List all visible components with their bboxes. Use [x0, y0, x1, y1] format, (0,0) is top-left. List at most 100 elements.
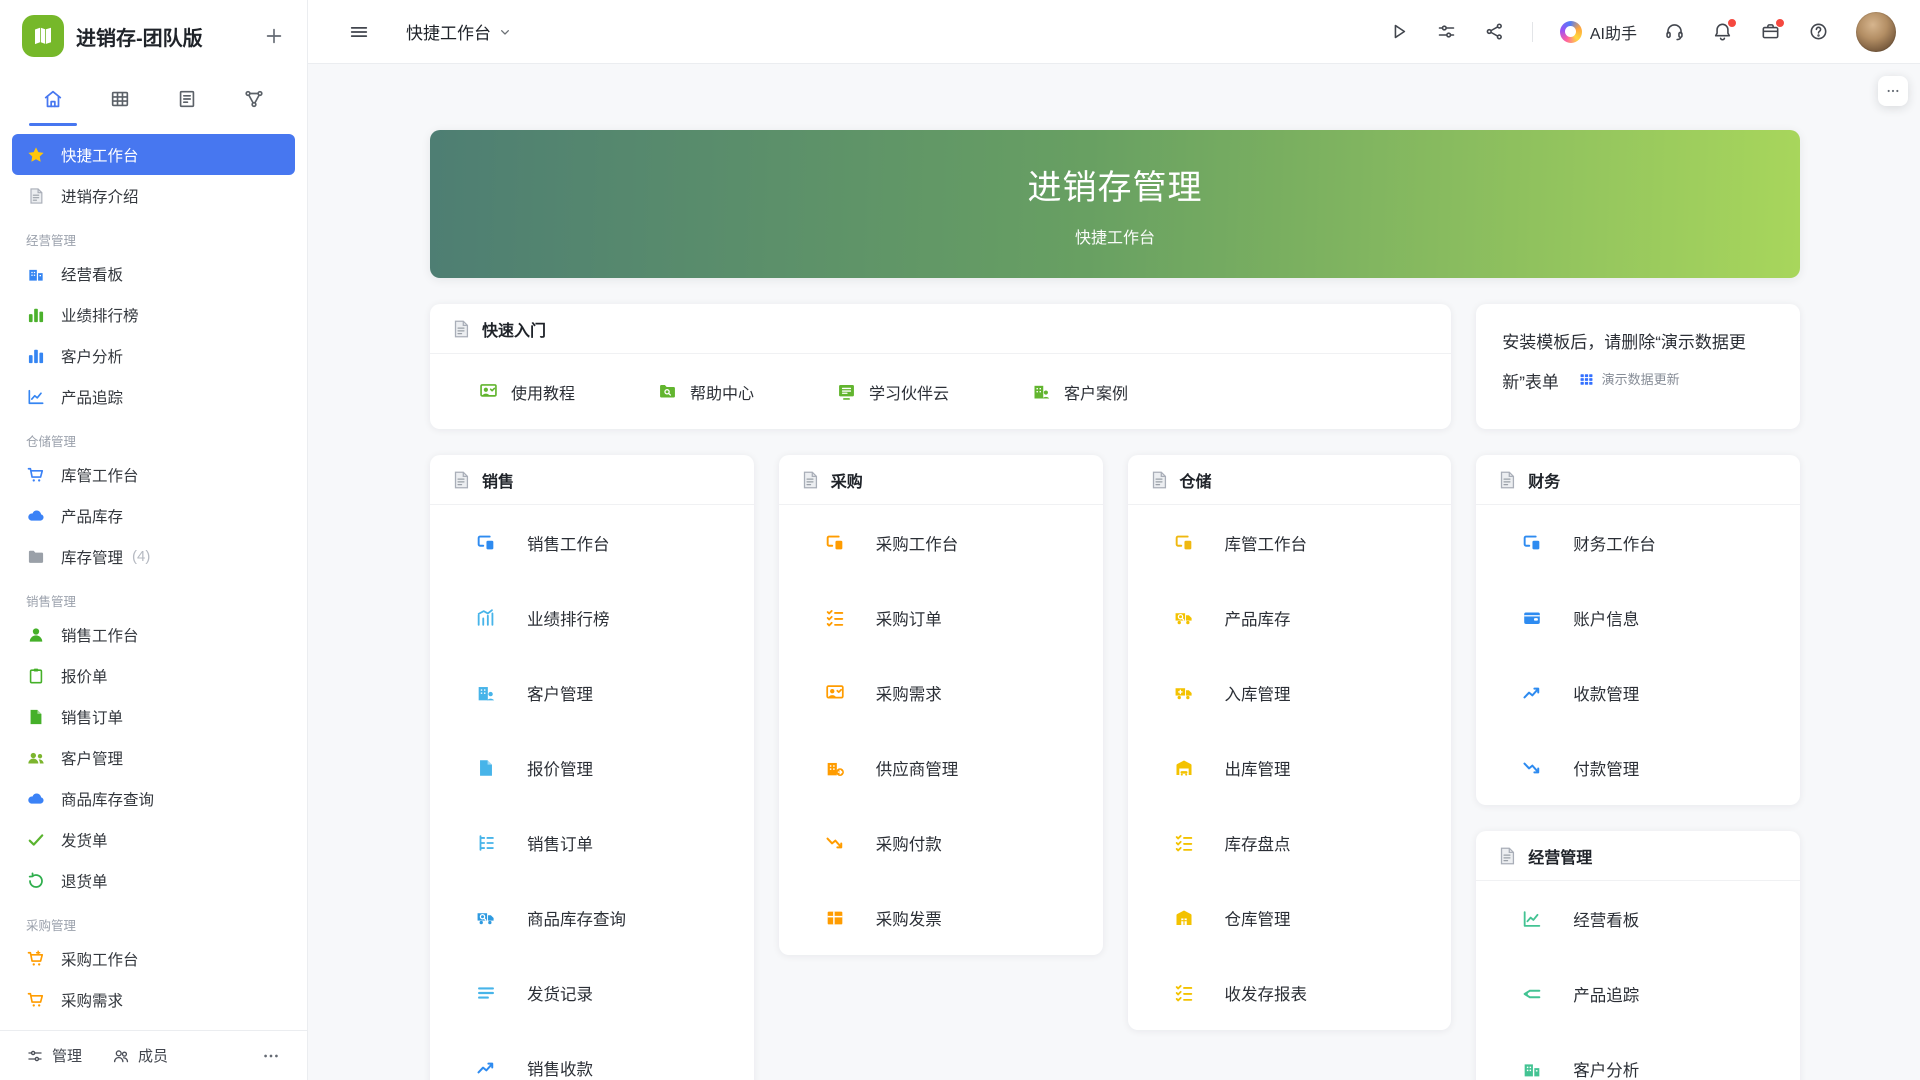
person-screen-icon	[478, 381, 499, 402]
card-item[interactable]: 产品库存	[1128, 580, 1452, 655]
quickstart-link[interactable]: 帮助中心	[657, 380, 754, 404]
sidebar-item[interactable]: 产品库存	[12, 495, 295, 536]
sidebar-item[interactable]: 快捷工作台	[12, 134, 295, 175]
document-icon	[176, 88, 198, 110]
sidebar-item[interactable]: 客户分析	[12, 335, 295, 376]
purchase-card: 采购 采购工作台 采购订单 采购需求	[779, 455, 1103, 955]
sidebar-item[interactable]: 进销存介绍	[12, 175, 295, 216]
truck-search-icon	[475, 907, 497, 929]
card-item[interactable]: 采购付款	[779, 805, 1103, 880]
card-item[interactable]: 商品库存查询	[430, 880, 754, 955]
card-item[interactable]: 采购发票	[779, 880, 1103, 955]
sidebar-item[interactable]: 发货单	[12, 819, 295, 860]
sidebar-item[interactable]: 经营看板	[12, 253, 295, 294]
tab-flows[interactable]	[220, 72, 287, 126]
sidebar-item[interactable]: 产品追踪	[12, 376, 295, 417]
manage-button[interactable]: 管理	[26, 1045, 82, 1066]
share-button[interactable]	[1484, 21, 1505, 42]
card-item[interactable]: 采购订单	[779, 580, 1103, 655]
sidebar-item[interactable]: 采购工作台	[12, 938, 295, 979]
tab-modules[interactable]	[87, 72, 154, 126]
ai-assistant-button[interactable]: AI助手	[1560, 20, 1637, 44]
page-title-dropdown[interactable]: 快捷工作台	[406, 19, 513, 44]
home-icon	[42, 88, 64, 110]
members-button[interactable]: 成员	[112, 1045, 168, 1066]
app-logo	[22, 15, 64, 57]
settings-button[interactable]	[1436, 21, 1457, 42]
support-headset-button[interactable]	[1664, 21, 1685, 42]
card-item[interactable]: 销售订单	[430, 805, 754, 880]
app-header: 进销存-团队版	[0, 0, 307, 72]
sidebar-item[interactable]: 报价单	[12, 655, 295, 696]
trend-down-icon	[824, 832, 846, 854]
hamburger-menu-button[interactable]	[348, 21, 370, 43]
tab-home[interactable]	[20, 72, 87, 126]
page-icon	[26, 186, 46, 206]
card-item[interactable]: 出库管理	[1128, 730, 1452, 805]
card-item[interactable]: 账户信息	[1476, 580, 1800, 655]
quickstart-link[interactable]: 使用教程	[478, 380, 575, 404]
trend-chart-icon	[475, 607, 497, 629]
card-item[interactable]: 仓库管理	[1128, 880, 1452, 955]
card-title: 仓储	[1180, 468, 1212, 492]
preview-button[interactable]	[1388, 21, 1409, 42]
card-item[interactable]: 客户分析	[1476, 1031, 1800, 1080]
warehouse-card: 仓储 库管工作台 产品库存 入库管理	[1128, 455, 1452, 1030]
app-title: 进销存-团队版	[76, 22, 251, 51]
card-item[interactable]: 经营看板	[1476, 881, 1800, 956]
screen-note-icon	[836, 381, 857, 402]
card-item[interactable]: 入库管理	[1128, 655, 1452, 730]
undo-icon	[26, 871, 46, 891]
card-item[interactable]: 业绩排行榜	[430, 580, 754, 655]
quickstart-link[interactable]: 学习伙伴云	[836, 380, 949, 404]
cloud-icon	[26, 506, 46, 526]
card-item[interactable]: 财务工作台	[1476, 505, 1800, 580]
card-item[interactable]: 收发存报表	[1128, 955, 1452, 1030]
card-item[interactable]: 库管工作台	[1128, 505, 1452, 580]
card-item[interactable]: 销售收款	[430, 1030, 754, 1080]
card-item[interactable]: 供应商管理	[779, 730, 1103, 805]
truck-plus-icon	[1173, 682, 1195, 704]
notifications-bell-button[interactable]	[1712, 21, 1733, 42]
topbar-actions: AI助手	[1388, 12, 1896, 52]
sidebar-item[interactable]: 业绩排行榜	[12, 294, 295, 335]
page-more-button[interactable]	[1878, 76, 1908, 106]
warehouse-icon	[1173, 907, 1195, 929]
sidebar-item[interactable]: 客户管理	[12, 737, 295, 778]
card-item[interactable]: 付款管理	[1476, 730, 1800, 805]
quickstart-link[interactable]: 客户案例	[1031, 380, 1128, 404]
page-title: 快捷工作台	[406, 19, 491, 44]
sidebar-item[interactable]: 库管工作台	[12, 454, 295, 495]
add-button[interactable]	[263, 25, 285, 47]
trend-down-icon	[1521, 757, 1543, 779]
user-avatar[interactable]	[1856, 12, 1896, 52]
sidebar-item[interactable]: 库存管理 (4)	[12, 536, 295, 577]
card-item[interactable]: 库存盘点	[1128, 805, 1452, 880]
card-item[interactable]: 报价管理	[430, 730, 754, 805]
workbench-briefcase-button[interactable]	[1760, 21, 1781, 42]
sidebar-more-button[interactable]	[261, 1046, 281, 1066]
trend-up-icon	[475, 1057, 497, 1079]
card-item[interactable]: 采购需求	[779, 655, 1103, 730]
topbar: 快捷工作台 AI助手	[308, 0, 1920, 64]
checklist-icon	[1173, 832, 1195, 854]
card-item[interactable]: 销售工作台	[430, 505, 754, 580]
demo-data-form-link[interactable]: 演示数据更新	[1578, 361, 1680, 398]
card-item[interactable]: 采购工作台	[779, 505, 1103, 580]
card-item[interactable]: 收款管理	[1476, 655, 1800, 730]
sidebar-section-label: 仓储管理	[0, 417, 307, 454]
sidebar-item[interactable]: 采购需求	[12, 979, 295, 1020]
tab-forms[interactable]	[154, 72, 221, 126]
card-header: 快速入门	[430, 304, 1451, 354]
folder-icon	[26, 547, 46, 567]
sidebar-item[interactable]: 销售订单	[12, 696, 295, 737]
folder-search-icon	[657, 381, 678, 402]
help-button[interactable]	[1808, 21, 1829, 42]
sidebar-item[interactable]: 退货单	[12, 860, 295, 901]
card-item[interactable]: 产品追踪	[1476, 956, 1800, 1031]
sidebar-item[interactable]: 商品库存查询	[12, 778, 295, 819]
sidebar-item[interactable]: 销售工作台	[12, 614, 295, 655]
card-item[interactable]: 客户管理	[430, 655, 754, 730]
card-item[interactable]: 发货记录	[430, 955, 754, 1030]
quickstart-links: 使用教程 帮助中心 学习伙伴云 客户案例	[430, 354, 1451, 429]
